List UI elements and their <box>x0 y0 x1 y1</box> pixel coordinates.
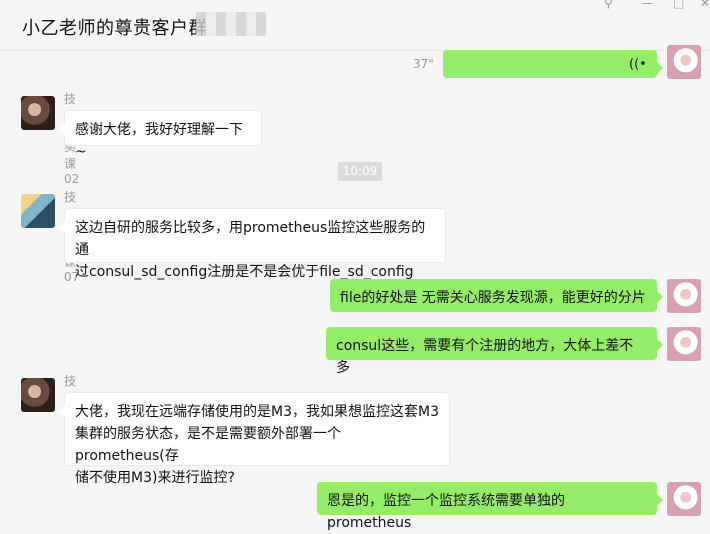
avatar[interactable] <box>667 327 701 361</box>
voice-duration: 37" <box>413 57 434 71</box>
message-text: 感谢大佬，我好好理解一下~ <box>75 122 243 160</box>
pin-icon[interactable]: ⚲ <box>604 0 613 10</box>
maximize-icon[interactable]: □ <box>673 0 684 10</box>
message-line: 集群的服务状态，是不是需要额外部署一个prometheus(存 <box>75 426 341 464</box>
message-bubble[interactable]: 恩是的，监控一个监控系统需要单独的prometheus <box>317 482 663 531</box>
message-bubble[interactable]: 大佬，我现在远端存储使用的是M3，我如果想监控这套M3 集群的服务状态，是不是需… <box>59 392 450 486</box>
message-text: consul这些，需要有个注册的地方，大体上差不多 <box>336 338 634 376</box>
voice-icon: ((• <box>629 57 647 72</box>
message-bubble[interactable]: file的好处是 无需关心服务发现源，能更好的分片 <box>330 279 663 312</box>
message-bubble[interactable]: 这边自研的服务比较多，用prometheus监控这些服务的通 过consul_s… <box>59 208 446 280</box>
message-text: 恩是的，监控一个监控系统需要单独的prometheus <box>327 493 565 531</box>
message-line: 大佬，我现在远端存储使用的是M3，我如果想监控这套M3 <box>75 404 439 420</box>
chat-title: 小乙老师的尊贵客户群 <box>22 18 207 39</box>
avatar[interactable] <box>21 96 55 130</box>
minimize-icon[interactable]: — <box>641 0 653 10</box>
avatar[interactable] <box>667 45 701 79</box>
avatar[interactable] <box>21 194 55 228</box>
close-icon[interactable]: ✕ <box>700 0 710 10</box>
voice-bubble[interactable]: ((• <box>443 50 663 78</box>
message-bubble[interactable]: 感谢大佬，我好好理解一下~ <box>59 110 262 160</box>
message-line: 这边自研的服务比较多，用prometheus监控这些服务的通 <box>75 220 426 258</box>
timestamp: 10:09 <box>338 162 382 181</box>
avatar[interactable] <box>667 279 701 313</box>
avatar[interactable] <box>21 378 55 412</box>
message-bubble[interactable]: consul这些，需要有个注册的地方，大体上差不多 <box>326 327 663 376</box>
redacted-member-count <box>196 12 266 36</box>
chat-header: 小乙老师的尊贵客户群 ⚲ — □ ✕ <box>0 0 710 51</box>
avatar[interactable] <box>667 482 701 516</box>
message-text: file的好处是 无需关心服务发现源，能更好的分片 <box>340 290 646 306</box>
